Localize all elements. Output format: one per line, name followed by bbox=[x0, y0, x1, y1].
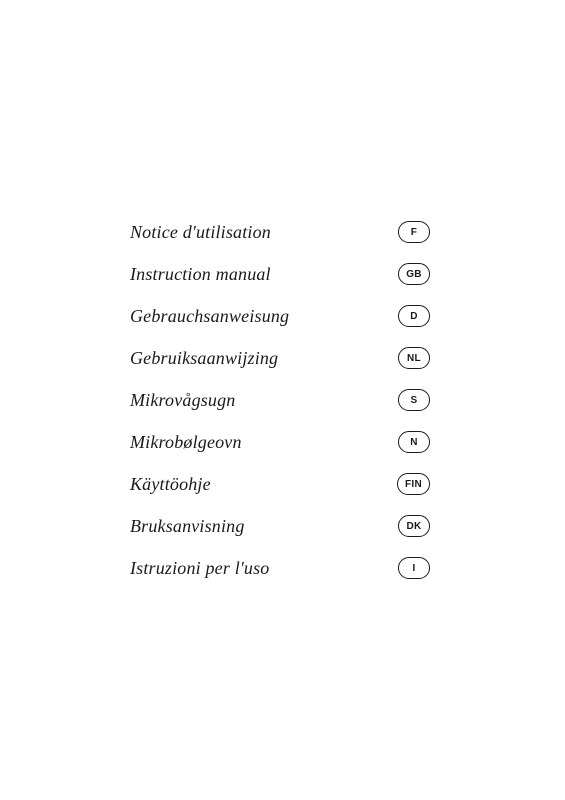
manual-item-badge: N bbox=[398, 431, 430, 453]
manual-item: Bruksanvisning DK bbox=[130, 505, 430, 547]
manual-item-badge: F bbox=[398, 221, 430, 243]
page: Notice d'utilisation F Instruction manual G… bbox=[0, 0, 565, 800]
manual-item-badge: D bbox=[398, 305, 430, 327]
manual-item-badge: S bbox=[398, 389, 430, 411]
manual-item: Instruction manual GB bbox=[130, 253, 430, 295]
manual-item-badge: FIN bbox=[397, 473, 430, 495]
manual-item: Gebrauchsanweisung D bbox=[130, 295, 430, 337]
manual-item-label: Mikrovågsugn bbox=[130, 390, 235, 411]
manual-item-label: Gebrauchsanweisung bbox=[130, 306, 289, 327]
manual-item-label: Instruction manual bbox=[130, 264, 271, 285]
manual-item: Istruzioni per l'uso I bbox=[130, 547, 430, 589]
manual-item: Mikrobølgeovn N bbox=[130, 421, 430, 463]
manual-item: Notice d'utilisation F bbox=[130, 211, 430, 253]
manual-item-label: Istruzioni per l'uso bbox=[130, 558, 269, 579]
manual-item-label: Notice d'utilisation bbox=[130, 222, 271, 243]
manual-item-badge: NL bbox=[398, 347, 430, 369]
manual-item-badge: DK bbox=[398, 515, 430, 537]
manual-item: Mikrovågsugn S bbox=[130, 379, 430, 421]
manual-item: Gebruiksaanwijzing NL bbox=[130, 337, 430, 379]
manual-item-badge: GB bbox=[398, 263, 430, 285]
manual-item-label: Gebruiksaanwijzing bbox=[130, 348, 278, 369]
manual-item: Käyttöohje FIN bbox=[130, 463, 430, 505]
manual-item-label: Mikrobølgeovn bbox=[130, 432, 242, 453]
manual-list: Notice d'utilisation F Instruction manual G… bbox=[130, 211, 430, 589]
manual-item-badge: I bbox=[398, 557, 430, 579]
manual-item-label: Bruksanvisning bbox=[130, 516, 245, 537]
manual-item-label: Käyttöohje bbox=[130, 474, 211, 495]
